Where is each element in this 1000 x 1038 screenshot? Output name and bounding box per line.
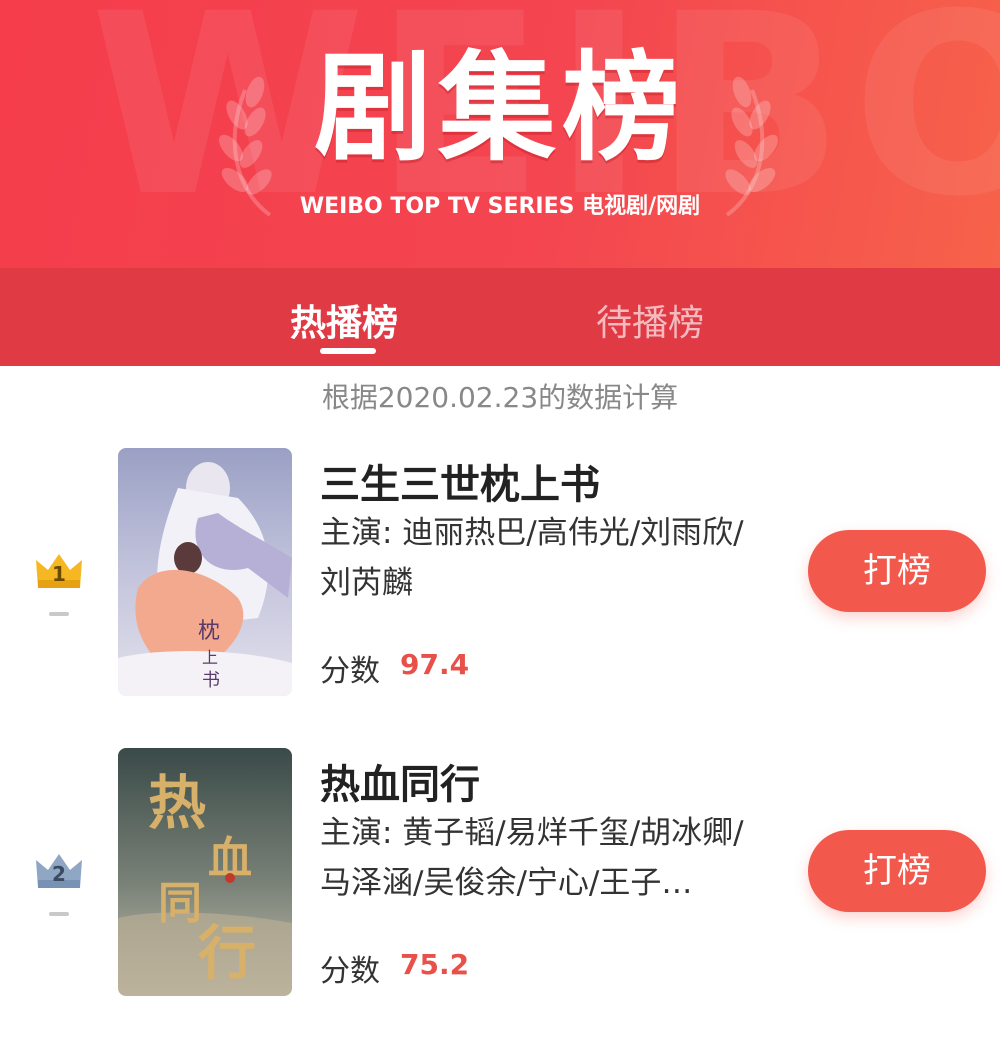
vote-button[interactable]: 打榜 (808, 530, 986, 612)
rank-number: 1 (52, 562, 66, 586)
tab-hot[interactable]: 热播榜 (290, 294, 398, 346)
show-title[interactable]: 热血同行 (320, 752, 480, 810)
tab-upcoming[interactable]: 待播榜 (596, 294, 704, 346)
cast-list: 主演: 黄子韬/易烊千玺/胡冰卿/马泽涵/吴俊余/宁心/王子… (320, 815, 744, 901)
svg-text:上: 上 (202, 648, 218, 667)
vote-button[interactable]: 打榜 (808, 830, 986, 912)
svg-text:同: 同 (158, 878, 202, 929)
score-label: 分数 (320, 654, 380, 689)
page-subtitle: WEIBO TOP TV SERIES 电视剧/网剧 (299, 194, 701, 219)
header-banner: WEIBO 剧集榜 WEIBO TOP TV SERIES 电视剧/网剧 (0, 0, 1000, 268)
list-item[interactable]: 1 枕 上 书 三生三世枕上书 主演: 迪丽热巴/高伟光/刘雨欣/刘芮麟 分数 … (0, 446, 1000, 696)
rank-change-indicator (49, 612, 69, 616)
cast-list: 主演: 迪丽热巴/高伟光/刘雨欣/刘芮麟 (320, 515, 744, 601)
score-label: 分数 (320, 954, 380, 989)
list-item[interactable]: 2 热 血 同 行 热血同行 主演: 黄子韬/易烊千玺/胡冰卿/马泽涵/吴俊余/… (0, 746, 1000, 996)
show-title[interactable]: 三生三世枕上书 (320, 452, 600, 510)
silver-crown-icon: 2 (34, 850, 84, 892)
active-tab-indicator (320, 348, 376, 354)
score-value: 97.4 (400, 648, 470, 681)
page-title: 剧集榜 (313, 39, 686, 177)
svg-text:书: 书 (202, 670, 220, 691)
rank-number: 2 (52, 862, 66, 886)
svg-text:热: 热 (148, 769, 206, 837)
svg-text:枕: 枕 (198, 619, 220, 644)
svg-text:行: 行 (198, 919, 256, 987)
poster-image[interactable]: 枕 上 书 (118, 448, 292, 696)
poster-image[interactable]: 热 血 同 行 (118, 748, 292, 996)
rank-change-indicator (49, 912, 69, 916)
score-value: 75.2 (400, 948, 470, 981)
gold-crown-icon: 1 (34, 550, 84, 592)
tab-bar: 热播榜 待播榜 (0, 268, 1000, 366)
data-date-note: 根据2020.02.23的数据计算 (321, 381, 679, 414)
